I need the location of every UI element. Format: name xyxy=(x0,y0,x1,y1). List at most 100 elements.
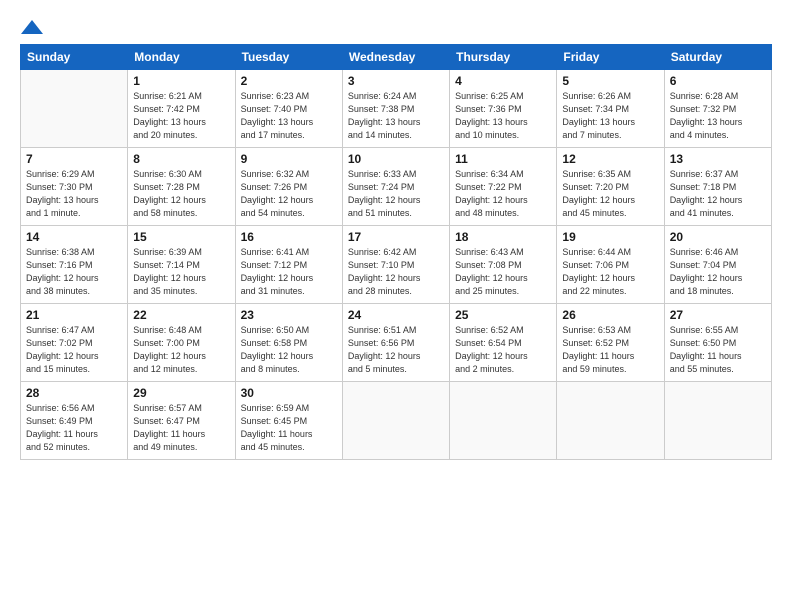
calendar-cell: 6 Sunrise: 6:28 AM Sunset: 7:32 PM Daylig… xyxy=(664,70,771,148)
calendar-cell xyxy=(450,382,557,460)
calendar-cell xyxy=(342,382,449,460)
calendar-week-row: 14 Sunrise: 6:38 AM Sunset: 7:16 PM Dayli… xyxy=(21,226,772,304)
day-info: Sunrise: 6:32 AM Sunset: 7:26 PM Dayligh… xyxy=(241,168,337,220)
day-number: 7 xyxy=(26,152,122,166)
day-number: 21 xyxy=(26,308,122,322)
calendar-cell: 28 Sunrise: 6:56 AM Sunset: 6:49 PM Dayli… xyxy=(21,382,128,460)
calendar-cell: 15 Sunrise: 6:39 AM Sunset: 7:14 PM Dayli… xyxy=(128,226,235,304)
day-number: 3 xyxy=(348,74,444,88)
logo xyxy=(20,18,43,34)
day-number: 17 xyxy=(348,230,444,244)
calendar-cell: 5Sunrise: 6:26 AM Sunset: 7:34 PM Daylig… xyxy=(557,70,664,148)
day-number: 24 xyxy=(348,308,444,322)
day-info: Sunrise: 6:30 AM Sunset: 7:28 PM Dayligh… xyxy=(133,168,229,220)
calendar-table: SundayMondayTuesdayWednesdayThursdayFrid… xyxy=(20,44,772,460)
day-number: 11 xyxy=(455,152,551,166)
day-of-week-header: Thursday xyxy=(450,45,557,70)
calendar-cell: 19Sunrise: 6:44 AM Sunset: 7:06 PM Dayli… xyxy=(557,226,664,304)
calendar-cell: 20 Sunrise: 6:46 AM Sunset: 7:04 PM Dayli… xyxy=(664,226,771,304)
calendar-cell xyxy=(664,382,771,460)
calendar-cell: 18 Sunrise: 6:43 AM Sunset: 7:08 PM Dayli… xyxy=(450,226,557,304)
calendar-week-row: 28 Sunrise: 6:56 AM Sunset: 6:49 PM Dayli… xyxy=(21,382,772,460)
calendar-cell: 13 Sunrise: 6:37 AM Sunset: 7:18 PM Dayli… xyxy=(664,148,771,226)
calendar-header-row: SundayMondayTuesdayWednesdayThursdayFrid… xyxy=(21,45,772,70)
day-number: 30 xyxy=(241,386,337,400)
day-number: 18 xyxy=(455,230,551,244)
day-of-week-header: Saturday xyxy=(664,45,771,70)
day-of-week-header: Tuesday xyxy=(235,45,342,70)
day-info: Sunrise: 6:46 AM Sunset: 7:04 PM Dayligh… xyxy=(670,246,766,298)
day-number: 16 xyxy=(241,230,337,244)
day-info: Sunrise: 6:42 AM Sunset: 7:10 PM Dayligh… xyxy=(348,246,444,298)
day-number: 6 xyxy=(670,74,766,88)
day-of-week-header: Friday xyxy=(557,45,664,70)
calendar-week-row: 7 Sunrise: 6:29 AM Sunset: 7:30 PM Daylig… xyxy=(21,148,772,226)
day-info: Sunrise: 6:29 AM Sunset: 7:30 PM Dayligh… xyxy=(26,168,122,220)
day-info: Sunrise: 6:48 AM Sunset: 7:00 PM Dayligh… xyxy=(133,324,229,376)
calendar-cell: 22 Sunrise: 6:48 AM Sunset: 7:00 PM Dayli… xyxy=(128,304,235,382)
calendar-page: SundayMondayTuesdayWednesdayThursdayFrid… xyxy=(0,0,792,612)
day-info: Sunrise: 6:38 AM Sunset: 7:16 PM Dayligh… xyxy=(26,246,122,298)
calendar-cell: 9 Sunrise: 6:32 AM Sunset: 7:26 PM Daylig… xyxy=(235,148,342,226)
day-info: Sunrise: 6:37 AM Sunset: 7:18 PM Dayligh… xyxy=(670,168,766,220)
day-info: Sunrise: 6:53 AM Sunset: 6:52 PM Dayligh… xyxy=(562,324,658,376)
calendar-cell: 25Sunrise: 6:52 AM Sunset: 6:54 PM Dayli… xyxy=(450,304,557,382)
day-of-week-header: Wednesday xyxy=(342,45,449,70)
header xyxy=(20,18,772,34)
day-of-week-header: Sunday xyxy=(21,45,128,70)
day-info: Sunrise: 6:57 AM Sunset: 6:47 PM Dayligh… xyxy=(133,402,229,454)
calendar-cell: 26 Sunrise: 6:53 AM Sunset: 6:52 PM Dayli… xyxy=(557,304,664,382)
calendar-cell: 3 Sunrise: 6:24 AM Sunset: 7:38 PM Daylig… xyxy=(342,70,449,148)
day-number: 23 xyxy=(241,308,337,322)
day-info: Sunrise: 6:35 AM Sunset: 7:20 PM Dayligh… xyxy=(562,168,658,220)
day-info: Sunrise: 6:21 AM Sunset: 7:42 PM Dayligh… xyxy=(133,90,229,142)
day-number: 19 xyxy=(562,230,658,244)
calendar-cell: 8 Sunrise: 6:30 AM Sunset: 7:28 PM Daylig… xyxy=(128,148,235,226)
calendar-cell: 30Sunrise: 6:59 AM Sunset: 6:45 PM Dayli… xyxy=(235,382,342,460)
day-number: 20 xyxy=(670,230,766,244)
day-of-week-header: Monday xyxy=(128,45,235,70)
calendar-week-row: 1 Sunrise: 6:21 AM Sunset: 7:42 PM Daylig… xyxy=(21,70,772,148)
calendar-cell: 16Sunrise: 6:41 AM Sunset: 7:12 PM Dayli… xyxy=(235,226,342,304)
day-number: 14 xyxy=(26,230,122,244)
day-info: Sunrise: 6:26 AM Sunset: 7:34 PM Dayligh… xyxy=(562,90,658,142)
day-info: Sunrise: 6:47 AM Sunset: 7:02 PM Dayligh… xyxy=(26,324,122,376)
calendar-cell: 27 Sunrise: 6:55 AM Sunset: 6:50 PM Dayli… xyxy=(664,304,771,382)
day-number: 26 xyxy=(562,308,658,322)
day-number: 13 xyxy=(670,152,766,166)
day-number: 27 xyxy=(670,308,766,322)
calendar-cell: 29Sunrise: 6:57 AM Sunset: 6:47 PM Dayli… xyxy=(128,382,235,460)
day-info: Sunrise: 6:55 AM Sunset: 6:50 PM Dayligh… xyxy=(670,324,766,376)
day-number: 2 xyxy=(241,74,337,88)
calendar-cell: 4Sunrise: 6:25 AM Sunset: 7:36 PM Daylig… xyxy=(450,70,557,148)
calendar-cell: 14 Sunrise: 6:38 AM Sunset: 7:16 PM Dayli… xyxy=(21,226,128,304)
day-number: 28 xyxy=(26,386,122,400)
calendar-cell: 24Sunrise: 6:51 AM Sunset: 6:56 PM Dayli… xyxy=(342,304,449,382)
day-number: 9 xyxy=(241,152,337,166)
day-number: 1 xyxy=(133,74,229,88)
calendar-cell: 1 Sunrise: 6:21 AM Sunset: 7:42 PM Daylig… xyxy=(128,70,235,148)
day-number: 10 xyxy=(348,152,444,166)
day-number: 4 xyxy=(455,74,551,88)
day-number: 8 xyxy=(133,152,229,166)
day-info: Sunrise: 6:23 AM Sunset: 7:40 PM Dayligh… xyxy=(241,90,337,142)
day-info: Sunrise: 6:39 AM Sunset: 7:14 PM Dayligh… xyxy=(133,246,229,298)
calendar-cell xyxy=(557,382,664,460)
calendar-cell xyxy=(21,70,128,148)
day-info: Sunrise: 6:56 AM Sunset: 6:49 PM Dayligh… xyxy=(26,402,122,454)
day-number: 15 xyxy=(133,230,229,244)
day-info: Sunrise: 6:28 AM Sunset: 7:32 PM Dayligh… xyxy=(670,90,766,142)
day-info: Sunrise: 6:24 AM Sunset: 7:38 PM Dayligh… xyxy=(348,90,444,142)
day-number: 22 xyxy=(133,308,229,322)
day-number: 12 xyxy=(562,152,658,166)
calendar-cell: 23Sunrise: 6:50 AM Sunset: 6:58 PM Dayli… xyxy=(235,304,342,382)
day-info: Sunrise: 6:33 AM Sunset: 7:24 PM Dayligh… xyxy=(348,168,444,220)
calendar-cell: 21 Sunrise: 6:47 AM Sunset: 7:02 PM Dayli… xyxy=(21,304,128,382)
day-info: Sunrise: 6:34 AM Sunset: 7:22 PM Dayligh… xyxy=(455,168,551,220)
calendar-week-row: 21 Sunrise: 6:47 AM Sunset: 7:02 PM Dayli… xyxy=(21,304,772,382)
day-info: Sunrise: 6:43 AM Sunset: 7:08 PM Dayligh… xyxy=(455,246,551,298)
day-info: Sunrise: 6:52 AM Sunset: 6:54 PM Dayligh… xyxy=(455,324,551,376)
calendar-cell: 10 Sunrise: 6:33 AM Sunset: 7:24 PM Dayli… xyxy=(342,148,449,226)
logo-icon xyxy=(21,20,43,34)
calendar-cell: 12 Sunrise: 6:35 AM Sunset: 7:20 PM Dayli… xyxy=(557,148,664,226)
